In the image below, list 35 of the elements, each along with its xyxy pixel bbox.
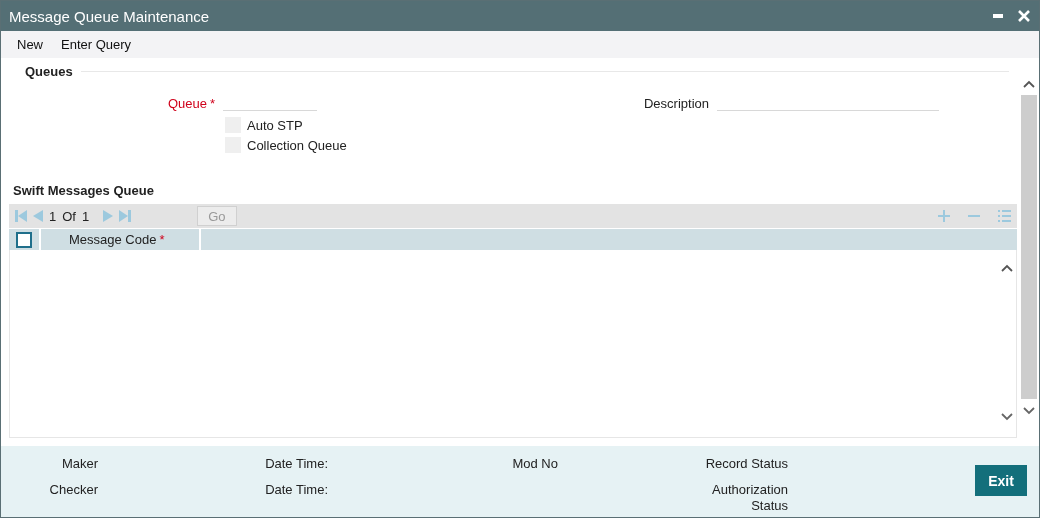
last-page-icon[interactable] [119,210,132,222]
footer-label: Maker [61,456,98,472]
field-label: Queue * [166,96,216,111]
exit-button[interactable]: Exit [975,465,1027,496]
scroll-down-icon[interactable] [1023,407,1035,415]
page-number: 1 [49,208,57,224]
window-title: Message Queue Maintenance [9,7,210,25]
menu-item[interactable]: New [9,35,51,54]
close-icon[interactable] [1017,9,1031,23]
select-all-checkbox[interactable] [16,231,32,248]
checkbox-label: Auto STP [247,117,303,133]
add-icon[interactable] [938,210,950,222]
footer-label: Date Time: [265,482,328,498]
scroll-down-icon[interactable] [1001,413,1013,421]
scrollbar-thumb[interactable] [1021,95,1037,399]
footer-label: Record Status [705,456,788,472]
footer-label: Authorization Status [711,482,788,514]
footer-label: Mod No [512,456,558,472]
section-title: Queues [25,64,73,79]
page-total: 1 [81,208,90,224]
field-label: Description [642,96,710,111]
menu-item[interactable]: Enter Query [53,35,140,54]
list-icon[interactable] [998,210,1011,222]
first-page-icon[interactable] [15,210,27,222]
next-page-icon[interactable] [103,210,114,222]
scroll-up-icon[interactable] [1001,264,1013,272]
scroll-up-icon[interactable] [1023,80,1035,88]
previous-page-icon[interactable] [33,210,43,222]
footer-label: Checker [49,482,98,498]
minimize-icon[interactable] [993,14,1003,18]
page-of: Of [62,208,76,224]
checkbox-label: Collection Queue [247,137,347,153]
column-header: Message Code * [68,232,166,247]
footer-label: Date Time: [265,456,328,472]
section-title: Swift Messages Queue [13,183,155,198]
